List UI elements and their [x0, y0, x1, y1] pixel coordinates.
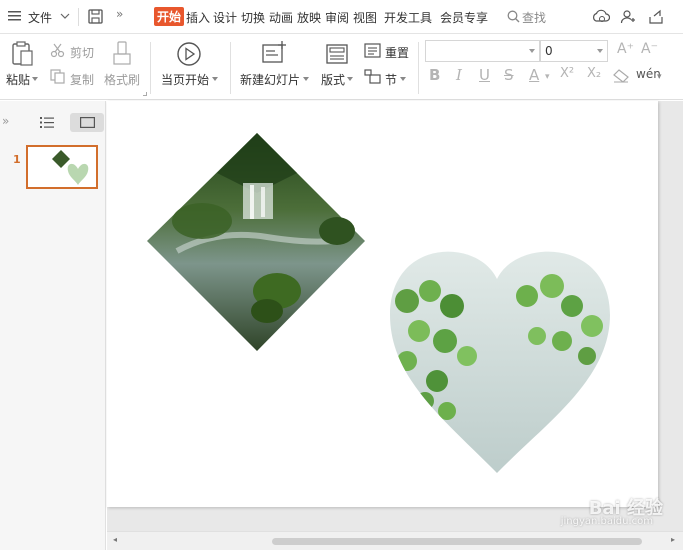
- slide-view-icon: [80, 117, 95, 128]
- slides-panel: » 1: [0, 101, 106, 550]
- layout-icon[interactable]: [325, 43, 349, 65]
- font-size-value: 0: [545, 44, 553, 58]
- subscript-icon[interactable]: X₂: [587, 66, 601, 81]
- decrease-font-icon[interactable]: A⁻: [641, 41, 658, 57]
- chevron-down-icon[interactable]: [60, 13, 70, 19]
- baidu-jingyan-url: jingyan.baidu.com: [560, 516, 653, 527]
- tab-animations[interactable]: 动画: [269, 9, 293, 26]
- format-painter-button[interactable]: 格式刷: [104, 71, 140, 88]
- section-icon[interactable]: [364, 69, 381, 84]
- slide-view-tab[interactable]: [70, 113, 104, 132]
- superscript-icon[interactable]: X²: [560, 66, 574, 81]
- play-dropdown-icon[interactable]: [212, 77, 218, 81]
- section-button[interactable]: 节: [385, 71, 397, 88]
- horizontal-scrollbar[interactable]: ◂ ▸: [107, 531, 683, 550]
- new-slide-button[interactable]: 新建幻灯片: [240, 71, 300, 88]
- scissors-icon[interactable]: [50, 43, 65, 58]
- tab-transitions[interactable]: 切换: [241, 9, 265, 26]
- slide-thumbnail-preview: [52, 150, 89, 185]
- layout-dropdown-icon[interactable]: [347, 77, 353, 81]
- new-slide-icon[interactable]: [261, 41, 287, 65]
- format-painter-icon[interactable]: [112, 41, 132, 67]
- italic-icon[interactable]: I: [456, 66, 462, 84]
- reset-icon[interactable]: [364, 43, 381, 58]
- tab-developer[interactable]: 开发工具: [384, 9, 432, 26]
- new-slide-dropdown-icon[interactable]: [303, 77, 309, 81]
- paste-dropdown-icon[interactable]: [32, 77, 38, 81]
- play-from-current-button[interactable]: 当页开始: [161, 71, 209, 88]
- slide-number: 1: [13, 153, 21, 166]
- tab-insert[interactable]: 插入: [186, 9, 210, 26]
- slide-canvas-area: [107, 101, 683, 531]
- tab-design[interactable]: 设计: [213, 9, 237, 26]
- copy-icon[interactable]: [50, 69, 65, 84]
- copy-button[interactable]: 复制: [70, 71, 94, 88]
- tab-review[interactable]: 审阅: [325, 9, 349, 26]
- search-label[interactable]: 查找: [522, 9, 546, 26]
- divider: [230, 42, 231, 94]
- strikethrough-icon[interactable]: S: [504, 66, 514, 84]
- cut-button[interactable]: 剪切: [70, 44, 94, 61]
- more-icon[interactable]: »: [116, 7, 123, 21]
- increase-font-icon[interactable]: A⁺: [617, 41, 634, 57]
- slide-thumbnail[interactable]: [26, 145, 98, 189]
- paste-button[interactable]: 粘贴: [6, 71, 30, 88]
- font-color-dropdown-icon[interactable]: ▾: [545, 72, 550, 82]
- chevron-down-icon: [597, 49, 603, 53]
- tab-home[interactable]: 开始: [154, 7, 185, 26]
- search-icon[interactable]: [507, 10, 520, 23]
- tab-slideshow[interactable]: 放映: [297, 9, 321, 26]
- section-dropdown-icon[interactable]: [400, 77, 406, 81]
- underline-icon[interactable]: U: [479, 66, 490, 84]
- paste-icon[interactable]: [10, 41, 34, 67]
- heart-leaves-image: [390, 251, 610, 473]
- divider: [78, 8, 79, 26]
- outline-view-icon[interactable]: [40, 116, 54, 129]
- ribbon-toolbar: 粘贴 剪切 复制 格式刷 当页开始 新建幻灯片 版式 重置 节 0 A⁺ A⁻ …: [0, 34, 683, 100]
- expand-panel-icon[interactable]: »: [2, 114, 9, 128]
- menu-icon[interactable]: [8, 10, 22, 22]
- cloud-sync-icon[interactable]: [592, 9, 610, 24]
- tab-member[interactable]: 会员专享: [440, 9, 488, 26]
- scroll-left-icon[interactable]: ◂: [113, 535, 117, 544]
- file-menu[interactable]: 文件: [28, 9, 52, 26]
- play-icon[interactable]: [176, 41, 202, 67]
- font-name-select[interactable]: [425, 40, 540, 62]
- layout-button[interactable]: 版式: [321, 71, 345, 88]
- tab-view[interactable]: 视图: [353, 9, 377, 26]
- divider: [418, 42, 419, 94]
- group-expand-icon[interactable]: [143, 92, 147, 96]
- slide-content: [147, 133, 610, 473]
- menu-bar: 文件 » 开始 插入 设计 切换 动画 放映 审阅 视图 开发工具 会员专享 查…: [0, 0, 683, 34]
- reset-button[interactable]: 重置: [385, 44, 409, 61]
- diamond-waterfall-image: [147, 133, 365, 351]
- scroll-right-icon[interactable]: ▸: [671, 535, 675, 544]
- share-icon[interactable]: [648, 9, 664, 25]
- scrollbar-thumb[interactable]: [272, 538, 642, 545]
- chevron-down-icon: [529, 49, 535, 53]
- bold-icon[interactable]: B: [429, 66, 440, 84]
- divider: [150, 42, 151, 94]
- eraser-icon[interactable]: [613, 69, 629, 83]
- slide[interactable]: [107, 101, 658, 507]
- font-size-select[interactable]: 0: [540, 40, 608, 62]
- font-color-icon[interactable]: A: [529, 66, 539, 84]
- pinyin-dropdown-icon[interactable]: ▾: [657, 72, 662, 82]
- user-add-icon[interactable]: [620, 9, 636, 25]
- save-icon[interactable]: [88, 9, 103, 24]
